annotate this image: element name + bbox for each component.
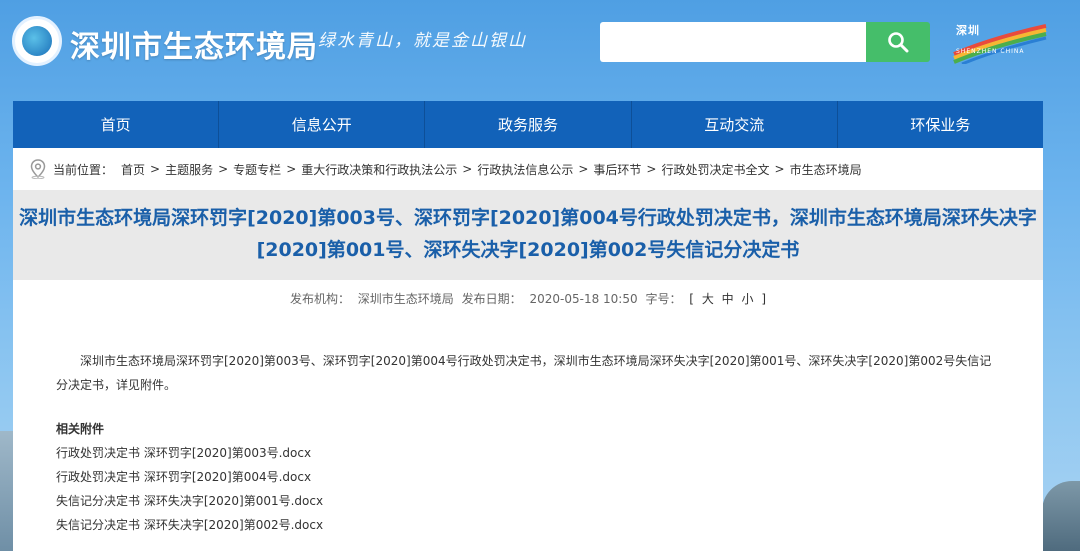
bracket-close: ] bbox=[761, 292, 767, 306]
nav-item-env-business[interactable]: 环保业务 bbox=[838, 101, 1043, 148]
publish-date: 2020-05-18 10:50 bbox=[529, 292, 638, 306]
breadcrumb-special-columns[interactable]: 专题专栏 bbox=[233, 161, 281, 178]
nav-item-home[interactable]: 首页 bbox=[13, 101, 220, 148]
title-band: 深圳市生态环境局深环罚字[2020]第003号、深环罚字[2020]第004号行… bbox=[13, 190, 1043, 280]
breadcrumb-major-decisions[interactable]: 重大行政决策和行政执法公示 bbox=[301, 161, 457, 178]
breadcrumb-enforcement-info[interactable]: 行政执法信息公示 bbox=[477, 161, 573, 178]
search-icon bbox=[888, 32, 909, 53]
breadcrumb-separator: > bbox=[774, 162, 785, 176]
font-size-label: 字号： bbox=[645, 292, 682, 306]
attachments-heading: 相关附件 bbox=[56, 422, 105, 436]
article-paragraph: 深圳市生态环境局深环罚字[2020]第003号、深环罚字[2020]第004号行… bbox=[56, 354, 992, 392]
site-title: 深圳市生态环境局 bbox=[70, 30, 318, 65]
font-size-small-button[interactable]: 小 bbox=[742, 292, 754, 306]
content-panel: 首页 信息公开 政务服务 互动交流 环保业务 当前位置： 首页 > 主题服务 >… bbox=[13, 101, 1043, 551]
background-scenery-right bbox=[1042, 481, 1080, 551]
date-label: 发布日期： bbox=[461, 292, 522, 306]
nav-item-interaction[interactable]: 互动交流 bbox=[632, 101, 838, 148]
breadcrumb-separator: > bbox=[578, 162, 589, 176]
breadcrumb-home[interactable]: 首页 bbox=[121, 161, 145, 178]
attachment-link[interactable]: 失信记分决定书 深环失决字[2020]第001号.docx bbox=[56, 489, 1000, 513]
search-button[interactable] bbox=[866, 22, 930, 62]
breadcrumb-city-bureau[interactable]: 市生态环境局 bbox=[790, 161, 862, 178]
font-size-medium-button[interactable]: 中 bbox=[722, 292, 734, 306]
attachment-link[interactable]: 行政处罚决定书 深环罚字[2020]第004号.docx bbox=[56, 465, 1000, 489]
breadcrumb-separator: > bbox=[218, 162, 229, 176]
page-title: 深圳市生态环境局深环罚字[2020]第003号、深环罚字[2020]第004号行… bbox=[19, 207, 1037, 261]
breadcrumb-separator: > bbox=[646, 162, 657, 176]
main-nav: 首页 信息公开 政务服务 互动交流 环保业务 bbox=[13, 101, 1043, 148]
breadcrumb-theme-services[interactable]: 主题服务 bbox=[165, 161, 213, 178]
nav-item-gov-services[interactable]: 政务服务 bbox=[425, 101, 632, 148]
site-logo[interactable] bbox=[12, 16, 62, 66]
nav-item-info-disclosure[interactable]: 信息公开 bbox=[219, 101, 426, 148]
slogan: 绿水青山，就是金山银山 bbox=[318, 31, 527, 51]
font-size-large-button[interactable]: 大 bbox=[702, 292, 714, 306]
breadcrumb-separator: > bbox=[150, 162, 161, 176]
publisher: 深圳市生态环境局 bbox=[357, 292, 454, 306]
attachment-link[interactable]: 失信记分决定书 深环失决字[2020]第002号.docx bbox=[56, 513, 1000, 537]
location-pin-icon bbox=[30, 159, 46, 179]
logo-emblem-icon bbox=[22, 26, 52, 56]
breadcrumb-prefix: 当前位置： bbox=[53, 162, 114, 177]
attachment-link[interactable]: 行政处罚决定书 深环罚字[2020]第003号.docx bbox=[56, 441, 1000, 465]
breadcrumb-separator: > bbox=[286, 162, 297, 176]
site-header: 深圳市生态环境局 绿水青山，就是金山银山 深圳 SHENZHEN CHINA bbox=[0, 0, 1080, 90]
search-input[interactable] bbox=[600, 22, 866, 62]
article-body: 深圳市生态环境局深环罚字[2020]第003号、深环罚字[2020]第004号行… bbox=[13, 349, 1043, 537]
breadcrumb-penalty-decisions[interactable]: 行政处罚决定书全文 bbox=[661, 161, 769, 178]
breadcrumb-post-stage[interactable]: 事后环节 bbox=[593, 161, 641, 178]
publisher-label: 发布机构： bbox=[289, 292, 350, 306]
breadcrumb: 当前位置： 首页 > 主题服务 > 专题专栏 > 重大行政决策和行政执法公示 >… bbox=[13, 148, 1043, 190]
brand-subtitle: SHENZHEN CHINA bbox=[956, 48, 1025, 55]
article-meta: 发布机构： 深圳市生态环境局 发布日期： 2020-05-18 10:50 字号… bbox=[13, 290, 1043, 307]
bracket-open: [ bbox=[689, 292, 694, 306]
brand-text: 深圳 bbox=[956, 24, 980, 37]
breadcrumb-separator: > bbox=[462, 162, 473, 176]
shenzhen-brand-logo: 深圳 SHENZHEN CHINA bbox=[952, 20, 1048, 64]
